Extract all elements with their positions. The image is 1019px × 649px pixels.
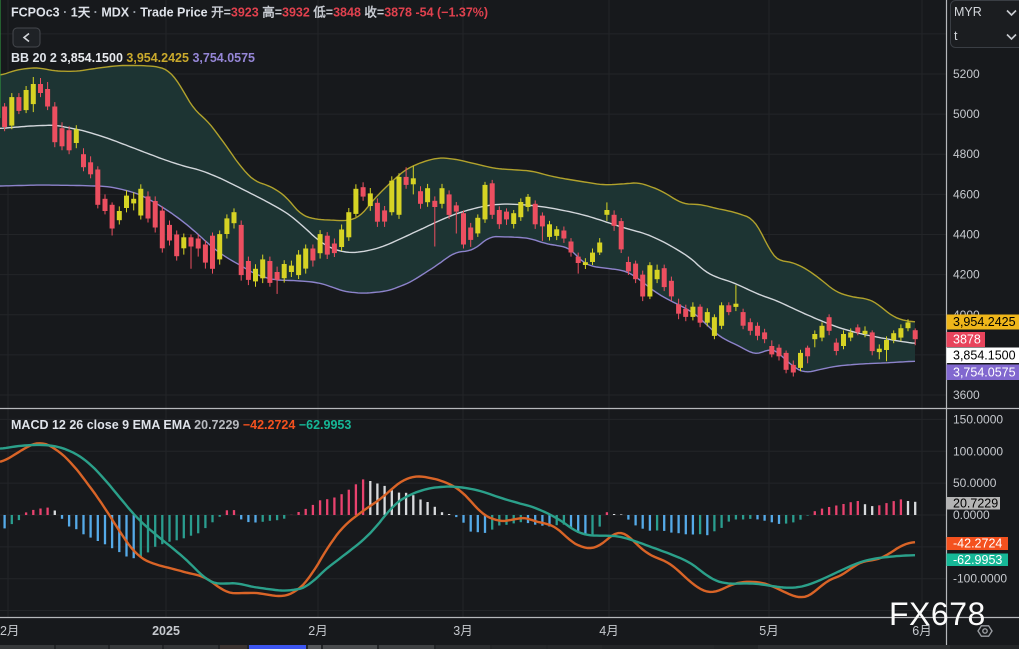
svg-text:4600: 4600	[953, 187, 980, 201]
svg-text:4200: 4200	[953, 268, 980, 282]
svg-text:5000: 5000	[953, 107, 980, 121]
svg-text:100.0000: 100.0000	[953, 444, 1003, 458]
svg-text:-62.9953: -62.9953	[953, 553, 1002, 567]
svg-text:-42.2724: -42.2724	[953, 537, 1002, 551]
svg-text:t: t	[954, 29, 958, 43]
svg-text:4400: 4400	[953, 228, 980, 242]
svg-text:MYR: MYR	[954, 5, 982, 19]
svg-text:4800: 4800	[953, 147, 980, 161]
svg-text:3878: 3878	[953, 333, 981, 347]
svg-text:3,854.1500: 3,854.1500	[953, 348, 1016, 362]
svg-text:5200: 5200	[953, 67, 980, 81]
svg-text:FCPOc3 · 1天 · MDX · Trade Pric: FCPOc3 · 1天 · MDX · Trade Price 开=3923 高…	[11, 5, 488, 20]
svg-text:5月: 5月	[759, 624, 778, 638]
svg-text:20.7229: 20.7229	[953, 496, 998, 510]
svg-text:3月: 3月	[453, 624, 472, 638]
svg-text:2025: 2025	[152, 624, 180, 638]
svg-text:3,754.0575: 3,754.0575	[953, 365, 1016, 379]
svg-text:150.0000: 150.0000	[953, 412, 1003, 426]
svg-text:FX678: FX678	[889, 596, 986, 632]
svg-text:4月: 4月	[599, 624, 618, 638]
svg-text:12月: 12月	[0, 624, 19, 638]
svg-text:2月: 2月	[308, 624, 327, 638]
svg-text:3,954.2425: 3,954.2425	[953, 315, 1016, 329]
svg-text:BB 20 2 3,854.1500 3,954.2425: BB 20 2 3,854.1500 3,954.2425 3,754.0575	[11, 51, 255, 65]
svg-text:MACD 12 26 close 9 EMA EMA 20: MACD 12 26 close 9 EMA EMA 20.7229 −42.2…	[11, 418, 351, 432]
svg-text:50.0000: 50.0000	[953, 476, 997, 490]
svg-text:3600: 3600	[953, 388, 980, 402]
svg-text:-100.0000: -100.0000	[953, 572, 1007, 586]
